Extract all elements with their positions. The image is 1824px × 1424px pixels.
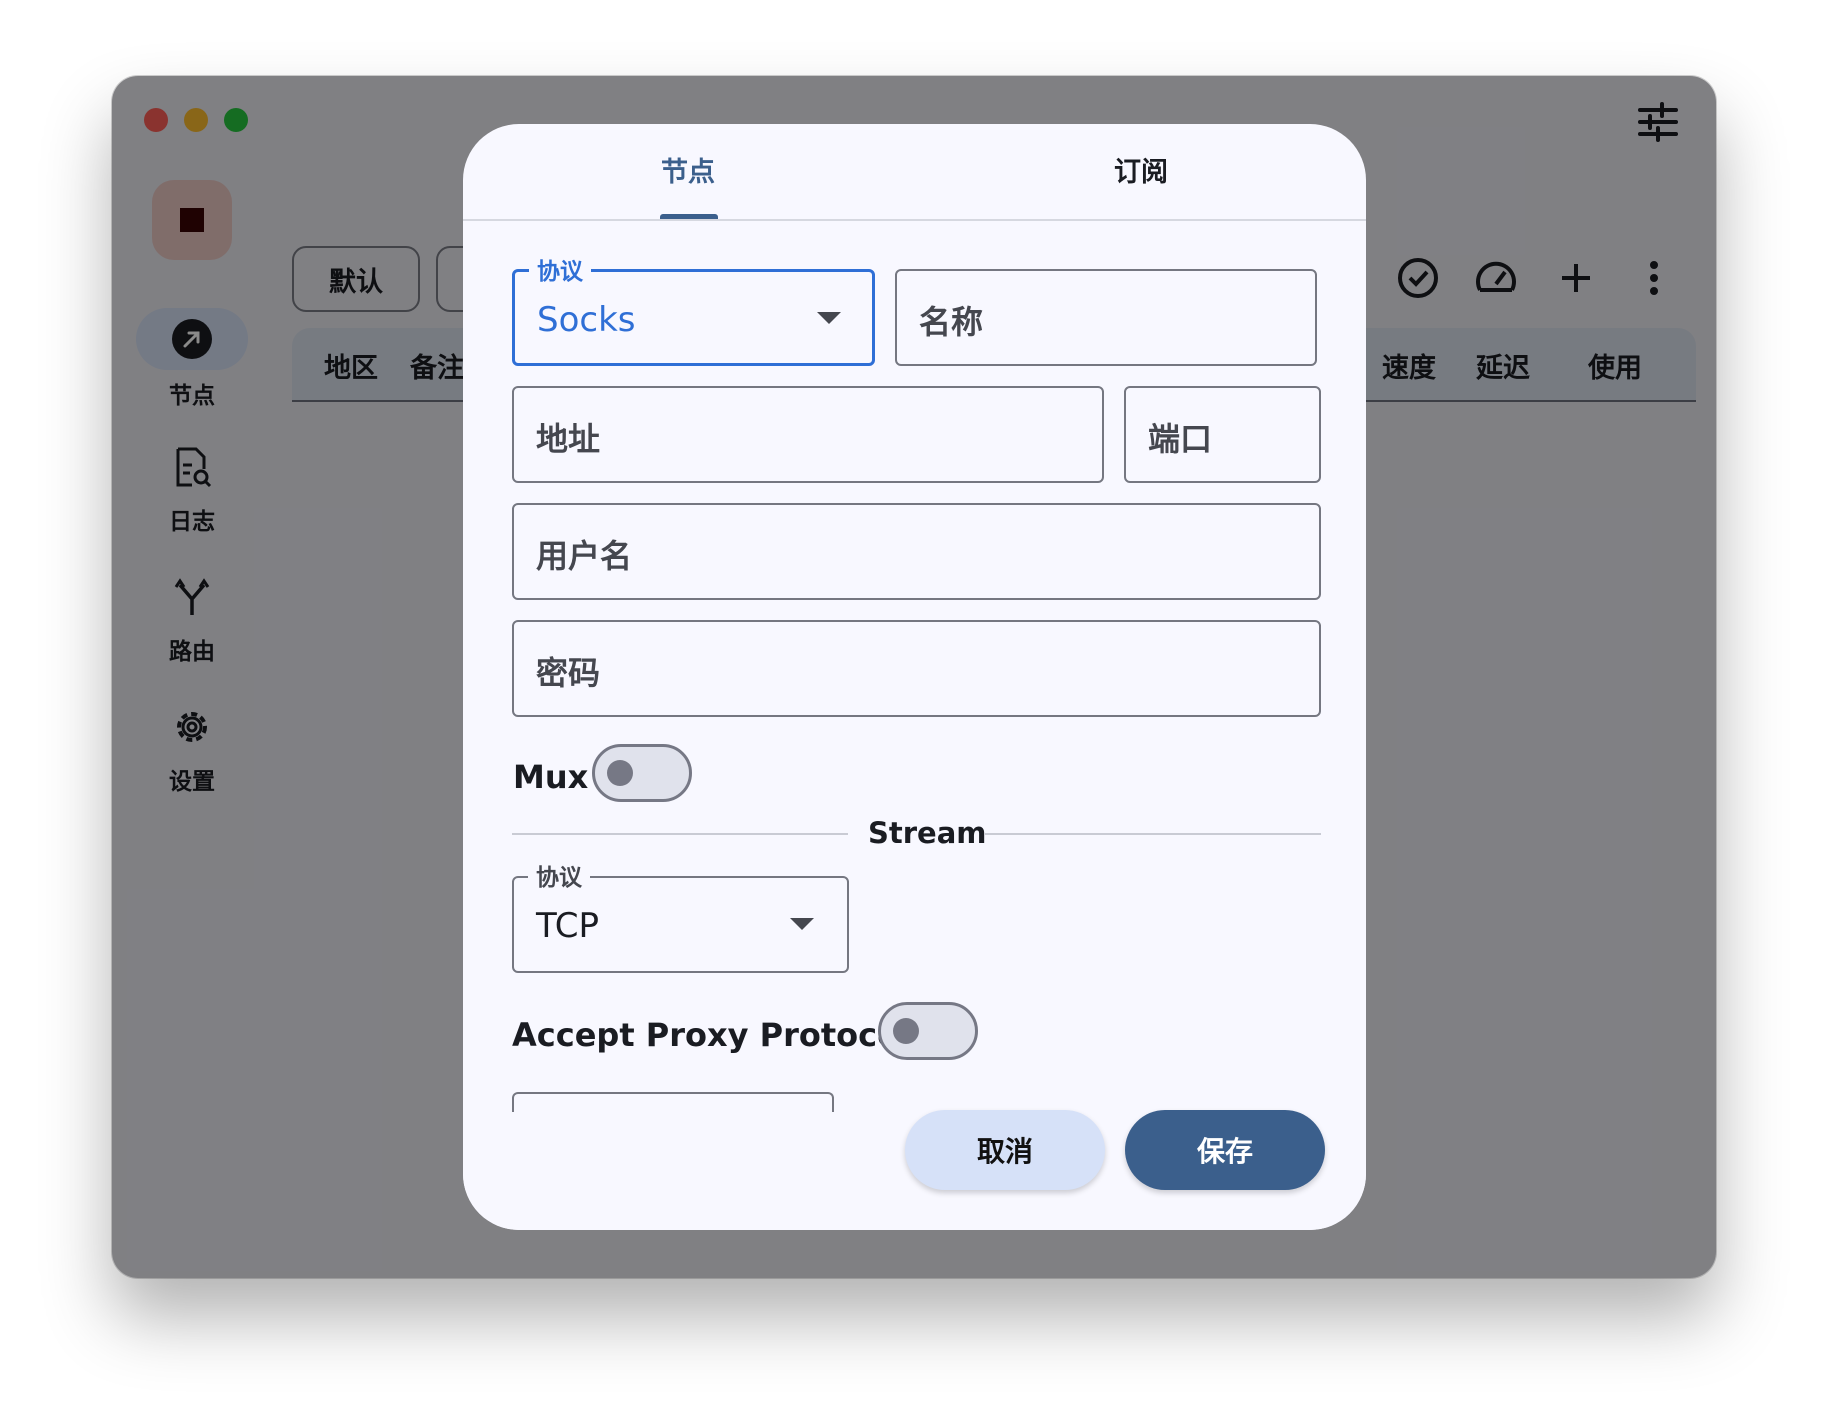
username-field[interactable]: 用户名: [512, 503, 1321, 600]
protocol-label: 协议: [529, 252, 591, 286]
tab-subscription[interactable]: 订阅: [1114, 150, 1168, 189]
stream-section-label: Stream: [868, 816, 987, 850]
toggle-knob: [893, 1018, 919, 1044]
tab-node[interactable]: 节点: [661, 150, 715, 189]
mux-toggle[interactable]: [592, 744, 692, 802]
password-field[interactable]: 密码: [512, 620, 1321, 717]
accept-proxy-protocol-toggle[interactable]: [878, 1002, 978, 1060]
dropdown-arrow-icon: [817, 312, 841, 324]
protocol-select[interactable]: 协议 Socks: [512, 252, 875, 366]
toggle-knob: [607, 760, 633, 786]
name-placeholder: 名称: [919, 303, 984, 341]
stream-divider-right: [985, 833, 1321, 835]
protocol-value: Socks: [537, 300, 636, 340]
stream-protocol-label: 协议: [528, 858, 590, 892]
stream-protocol-select[interactable]: 协议 TCP: [512, 858, 849, 973]
accept-proxy-protocol-label: Accept Proxy Protocol: [512, 1016, 911, 1054]
cancel-button[interactable]: 取消: [905, 1110, 1105, 1190]
port-placeholder: 端口: [1148, 420, 1213, 458]
stream-protocol-value: TCP: [536, 906, 600, 946]
address-placeholder: 地址: [536, 420, 601, 458]
save-button[interactable]: 保存: [1125, 1110, 1325, 1190]
address-field[interactable]: 地址: [512, 386, 1104, 483]
mux-label: Mux: [513, 758, 589, 796]
name-field[interactable]: 名称: [895, 269, 1317, 366]
port-field[interactable]: 端口: [1124, 386, 1321, 483]
password-placeholder: 密码: [536, 654, 601, 692]
dropdown-arrow-icon: [790, 918, 814, 930]
stream-divider-left: [512, 833, 848, 835]
username-placeholder: 用户名: [536, 537, 633, 575]
node-editor-dialog: 节点 订阅 协议 Socks 名称 地址 端口 用户名 密码 Mux Strea…: [463, 124, 1366, 1230]
tabs-divider: [463, 219, 1366, 221]
